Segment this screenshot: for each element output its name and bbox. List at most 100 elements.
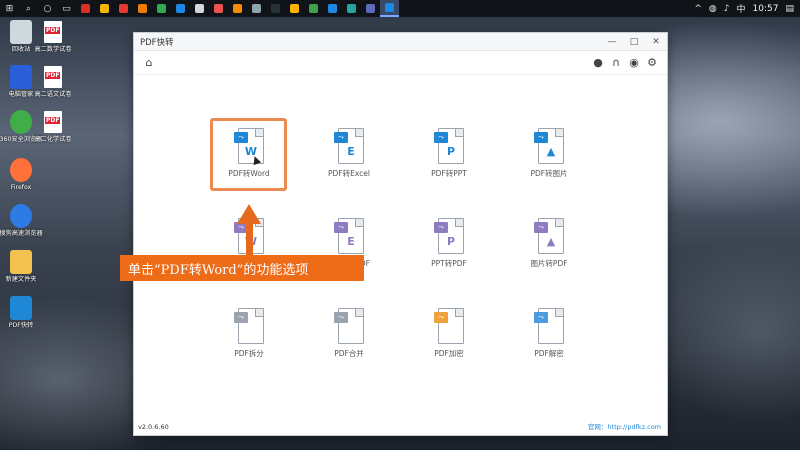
sogou-browser-icon (10, 204, 32, 228)
ime-indicator[interactable]: 中 (737, 2, 746, 15)
toolbar: ⌂ ● ∩ ◉ ⚙ (134, 51, 667, 75)
taskbar: ⊞ ⌕ ○ ▭ ^ ◍ ♪ 中 10:57 ▤ (0, 0, 800, 17)
taskbar-app-13-icon[interactable] (304, 0, 323, 17)
desktop-icon[interactable]: 搜狗高速浏览器 (0, 204, 43, 238)
taskbar-app-17-icon[interactable] (380, 0, 399, 17)
taskbar-app-16-icon[interactable] (361, 0, 380, 17)
pc-manager-icon (10, 65, 32, 89)
taskbar-app-15-icon[interactable] (342, 0, 361, 17)
app-12-glyph-icon (290, 4, 299, 13)
desktop-icon[interactable]: 高二数学试卷 (33, 20, 73, 54)
pdf-file-icon (42, 65, 64, 89)
document-icon: ⤳ (434, 308, 464, 344)
headset-icon[interactable]: ∩ (609, 56, 623, 70)
pdf-app-window: PDF快转 — □ ✕ ⌂ ● ∩ ◉ ⚙ ⤳ W PDF转Word ⤳ E PDF转Ex… (133, 32, 668, 436)
taskbar-app-7-icon[interactable] (190, 0, 209, 17)
document-icon: ⤳ (534, 308, 564, 344)
folder-icon (10, 250, 32, 274)
taskbar-app-14-icon[interactable] (323, 0, 342, 17)
app-1-glyph-icon (81, 4, 90, 13)
desktop-icon[interactable]: 高二化学试卷 (33, 110, 73, 144)
document-icon: ⤳ E (334, 218, 364, 254)
taskbar-app-2-icon[interactable] (95, 0, 114, 17)
highlight-box (210, 118, 287, 191)
app-13-glyph-icon (309, 4, 318, 13)
taskbar-app-4-icon[interactable] (133, 0, 152, 17)
app-7-glyph-icon (195, 4, 204, 13)
volume-icon[interactable]: ♪ (724, 4, 730, 14)
desktop-icon[interactable]: Firefox (1, 158, 41, 192)
tool-label: PDF加密 (434, 349, 464, 358)
task-view-icon[interactable]: ▭ (57, 0, 76, 17)
tool-tile[interactable]: ⤳ PDF加密 (404, 308, 494, 359)
desktop-icon[interactable]: 新建文件夹 (1, 250, 41, 284)
desktop-icon-label: 高二语文试卷 (34, 91, 72, 98)
website-link[interactable]: 官网：http://pdfkz.com (588, 421, 661, 431)
circle-icon[interactable]: ○ (38, 0, 57, 17)
desktop-icon[interactable]: 高二语文试卷 (33, 65, 73, 99)
app-4-glyph-icon (138, 4, 147, 13)
document-icon: ⤳ E (334, 128, 364, 164)
desktop-icon[interactable]: PDF快转 (1, 296, 41, 330)
taskbar-app-12-icon[interactable] (285, 0, 304, 17)
firefox-icon (10, 158, 32, 182)
app-11-glyph-icon (271, 4, 280, 13)
taskbar-app-5-icon[interactable] (152, 0, 171, 17)
home-icon[interactable]: ⌂ (142, 56, 156, 70)
tool-tile[interactable]: ⤳ ▲ 图片转PDF (504, 218, 594, 269)
taskbar-app-10-icon[interactable] (247, 0, 266, 17)
version-label: v2.0.6.60 (138, 423, 169, 431)
instruction-callout: 单击“PDF转Word”的功能选项 (120, 255, 364, 281)
search-icon[interactable]: ⌕ (19, 0, 38, 17)
tool-tile[interactable]: ⤳ ▲ PDF转图片 (504, 128, 594, 179)
document-icon: ⤳ P (434, 128, 464, 164)
app-3-glyph-icon (119, 4, 128, 13)
taskbar-left: ⊞ ⌕ ○ ▭ (0, 0, 399, 17)
app-2-glyph-icon (100, 4, 109, 13)
clock[interactable]: 10:57 (753, 4, 779, 14)
notification-icon[interactable]: ▤ (785, 4, 794, 14)
tool-tile[interactable]: ⤳ PDF拆分 (204, 308, 294, 359)
app-17-glyph-icon (385, 3, 394, 12)
app-9-glyph-icon (233, 4, 242, 13)
system-tray: ^ ◍ ♪ 中 10:57 ▤ (694, 0, 800, 17)
window-title: PDF快转 (140, 37, 174, 48)
desktop-icon-label: 高二数学试卷 (34, 46, 72, 53)
taskbar-app-8-icon[interactable] (209, 0, 228, 17)
document-icon: ⤳ ▲ (534, 128, 564, 164)
pdf-app-icon (10, 296, 32, 320)
desktop-icon-label: 搜狗高速浏览器 (0, 230, 43, 237)
tool-label: 图片转PDF (530, 259, 568, 268)
taskbar-app-11-icon[interactable] (266, 0, 285, 17)
tool-tile[interactable]: ⤳ P PPT转PDF (404, 218, 494, 269)
gear-icon[interactable]: ⚙ (645, 56, 659, 70)
app-10-glyph-icon (252, 4, 261, 13)
app-16-glyph-icon (366, 4, 375, 13)
network-icon[interactable]: ◍ (709, 4, 717, 14)
desktop-icon-label: 高二化学试卷 (34, 136, 72, 143)
taskbar-app-1-icon[interactable] (76, 0, 95, 17)
toolbar-right: ● ∩ ◉ ⚙ (591, 56, 659, 70)
tool-tile[interactable]: ⤳ E PDF转Excel (304, 128, 394, 179)
chevron-up-icon[interactable]: ^ (694, 4, 702, 14)
user-icon[interactable]: ◉ (627, 56, 641, 70)
taskbar-apps (76, 0, 399, 17)
chat-icon[interactable]: ● (591, 56, 605, 70)
window-controls: — □ ✕ (601, 33, 667, 51)
tool-tile[interactable]: ⤳ P PDF转PPT (404, 128, 494, 179)
tool-label: PDF转PPT (431, 169, 467, 178)
tool-tile[interactable]: ⤳ PDF解密 (504, 308, 594, 359)
tool-label: PDF转Excel (328, 169, 370, 178)
maximize-button[interactable]: □ (623, 33, 645, 51)
desktop-icon-label: 新建文件夹 (5, 276, 37, 283)
tool-label: PDF合并 (334, 349, 364, 358)
title-bar[interactable]: PDF快转 — □ ✕ (134, 33, 667, 51)
tool-tile[interactable]: ⤳ PDF合并 (304, 308, 394, 359)
minimize-button[interactable]: — (601, 33, 623, 51)
taskbar-app-3-icon[interactable] (114, 0, 133, 17)
taskbar-app-9-icon[interactable] (228, 0, 247, 17)
tool-label: PDF解密 (534, 349, 564, 358)
taskbar-app-6-icon[interactable] (171, 0, 190, 17)
close-button[interactable]: ✕ (645, 33, 667, 51)
windows-icon[interactable]: ⊞ (0, 0, 19, 17)
